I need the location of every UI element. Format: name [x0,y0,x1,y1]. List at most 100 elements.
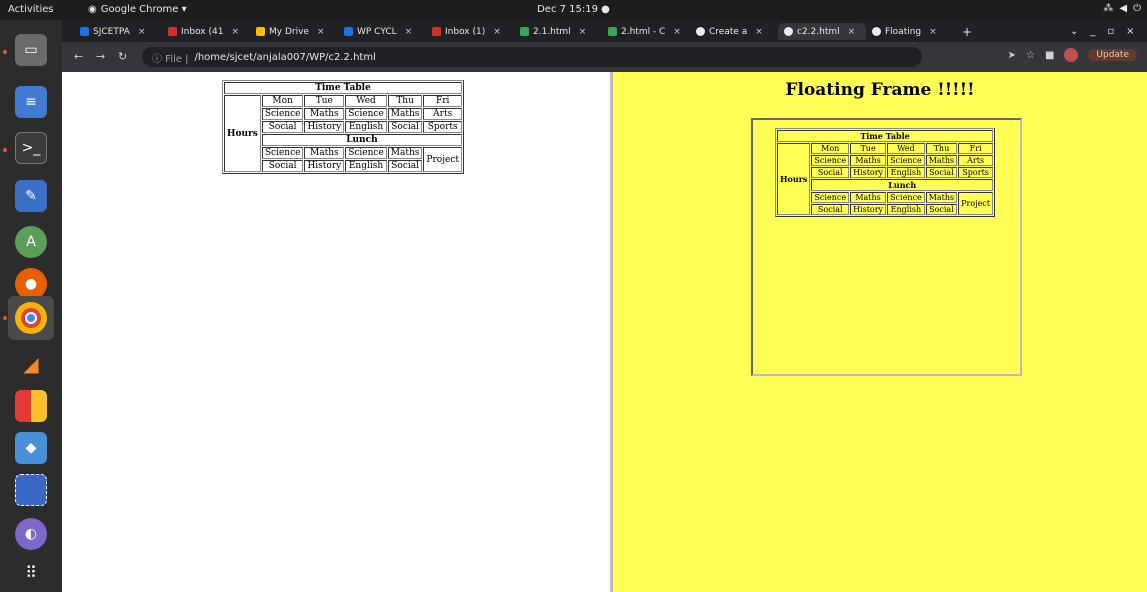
clock[interactable]: Dec 7 15:19 ● [0,4,1147,15]
close-icon[interactable]: × [231,27,239,37]
close-icon[interactable]: × [755,27,763,37]
close-icon[interactable]: × [317,27,325,37]
drive-icon [608,27,617,36]
close-icon[interactable]: × [579,27,587,37]
minimize-icon[interactable]: _ [1090,26,1095,37]
cell: History [304,121,345,133]
cell: English [345,121,387,133]
network-icon: ⁂ [1103,3,1114,14]
tab-sjcetpa[interactable]: SJCETPA × [74,23,162,40]
lunch-row: Lunch [261,134,462,146]
update-button[interactable]: Update [1088,49,1137,61]
tab-overview-icon[interactable]: ■ [1045,50,1054,61]
tab-label: Inbox (41 [181,26,224,37]
cell: Social [811,167,850,178]
tab-label: Floating [885,26,922,37]
cell: Maths [387,108,423,120]
hours-header: Hours [224,95,261,172]
toolbar-actions: ➤ ☆ ■ Update [1008,48,1137,62]
text-editor-icon[interactable]: ≡ [15,86,47,118]
tab-search-icon[interactable]: ⌄ [1070,26,1078,37]
bookmark-star-icon[interactable]: ☆ [1026,50,1035,61]
globe-icon [784,27,793,36]
forward-arrow-icon[interactable]: → [96,50,105,63]
day-fri: Fri [958,143,994,154]
tab-2-1-html[interactable]: 2.1.html × [514,23,602,40]
address-bar[interactable]: ⓘ File | /home/sjcet/anjala007/WP/c2.2.h… [142,47,922,67]
browser-toolbar: ← → ↻ ⓘ File | /home/sjcet/anjala007/WP/… [62,42,1147,72]
day-mon: Mon [811,143,850,154]
tab-inbox-41[interactable]: Inbox (41 × [162,23,250,40]
system-top-bar: Activities ◉ Google Chrome ▾ Dec 7 15:19… [0,0,1147,20]
tab-label: 2.1.html [533,26,571,37]
back-arrow-icon[interactable]: ← [74,50,83,63]
cell: Maths [850,192,887,203]
tab-create[interactable]: Create a × [690,23,778,40]
cell: History [850,204,887,215]
tab-c2-2-html[interactable]: c2.2.html × [778,23,866,40]
url-text: /home/sjcet/anjala007/WP/c2.2.html [194,51,376,63]
profile-avatar[interactable] [1064,48,1079,62]
cell: Science [261,147,304,159]
close-icon[interactable]: × [138,27,146,37]
matlab-icon[interactable]: ◢ [15,348,47,380]
cell: Arts [958,155,994,166]
maximize-icon[interactable]: ▫ [1107,26,1114,37]
reload-icon[interactable]: ↻ [118,50,127,63]
gmail-icon [168,27,177,36]
docs-icon [344,27,353,36]
tab-wp-cycle[interactable]: WP CYCL × [338,23,426,40]
close-window-icon[interactable]: × [1126,26,1134,37]
chrome-icon[interactable] [15,302,47,334]
cell: Maths [304,108,345,120]
running-indicator [3,50,7,54]
new-tab-button[interactable]: + [956,23,978,40]
close-icon[interactable]: × [929,27,937,37]
site-info-label[interactable]: ⓘ File | [152,50,188,65]
day-wed: Wed [345,95,387,107]
send-icon[interactable]: ➤ [1008,50,1016,61]
tab-2-html[interactable]: 2.html - C × [602,23,690,40]
cell: Maths [850,155,887,166]
tab-my-drive[interactable]: My Drive × [250,23,338,40]
android-studio-icon[interactable]: A [15,226,47,258]
cell: Social [261,121,304,133]
cell: Science [811,192,850,203]
text-editor-pen-icon[interactable]: ✎ [15,180,47,212]
disk-icon[interactable]: ◐ [15,518,47,550]
cell: English [887,204,925,215]
page-content: Time Table Hours Mon Tue Wed Thu Fri Sci… [62,72,1147,592]
show-applications-icon[interactable]: ⠿ [15,556,47,588]
day-fri: Fri [423,95,462,107]
tab-label: My Drive [269,26,309,37]
close-icon[interactable]: × [493,27,501,37]
cell: Science [887,155,925,166]
cell: Science [887,192,925,203]
timetable-title: Time Table [224,82,462,94]
tab-label: SJCETPA [93,26,130,37]
tab-floating[interactable]: Floating × [866,23,954,40]
tab-strip: SJCETPA × Inbox (41 × My Drive × WP CYCL × I… [62,20,1147,42]
running-indicator [3,316,7,320]
files-icon[interactable]: ▭ [15,34,47,66]
close-icon[interactable]: × [848,27,856,37]
gmail-icon [432,27,441,36]
cell: Sports [423,121,462,133]
close-icon[interactable]: × [673,27,681,37]
virtualbox-icon[interactable]: ◆ [15,432,47,464]
day-thu: Thu [387,95,423,107]
close-icon[interactable]: × [405,27,413,37]
floating-iframe[interactable]: Time Table Hours Mon Tue Wed Thu Fri Sci… [751,118,1022,376]
screenshot-icon[interactable] [15,474,47,506]
tab-inbox-1[interactable]: Inbox (1) × [426,23,514,40]
power-icon: ⏻ [1133,3,1141,14]
cell: Social [387,160,423,172]
hours-header: Hours [777,143,811,215]
right-frame: Floating Frame !!!!! Time Table Hours Mo… [613,72,1147,592]
terminal-icon[interactable]: >_ [15,132,47,164]
tab-label: WP CYCL [357,26,397,37]
system-tray[interactable]: ⁂ ◀ ⏻ [1103,3,1141,14]
cell: Social [387,121,423,133]
day-mon: Mon [261,95,304,107]
app-grid-color-icon[interactable] [15,390,47,422]
